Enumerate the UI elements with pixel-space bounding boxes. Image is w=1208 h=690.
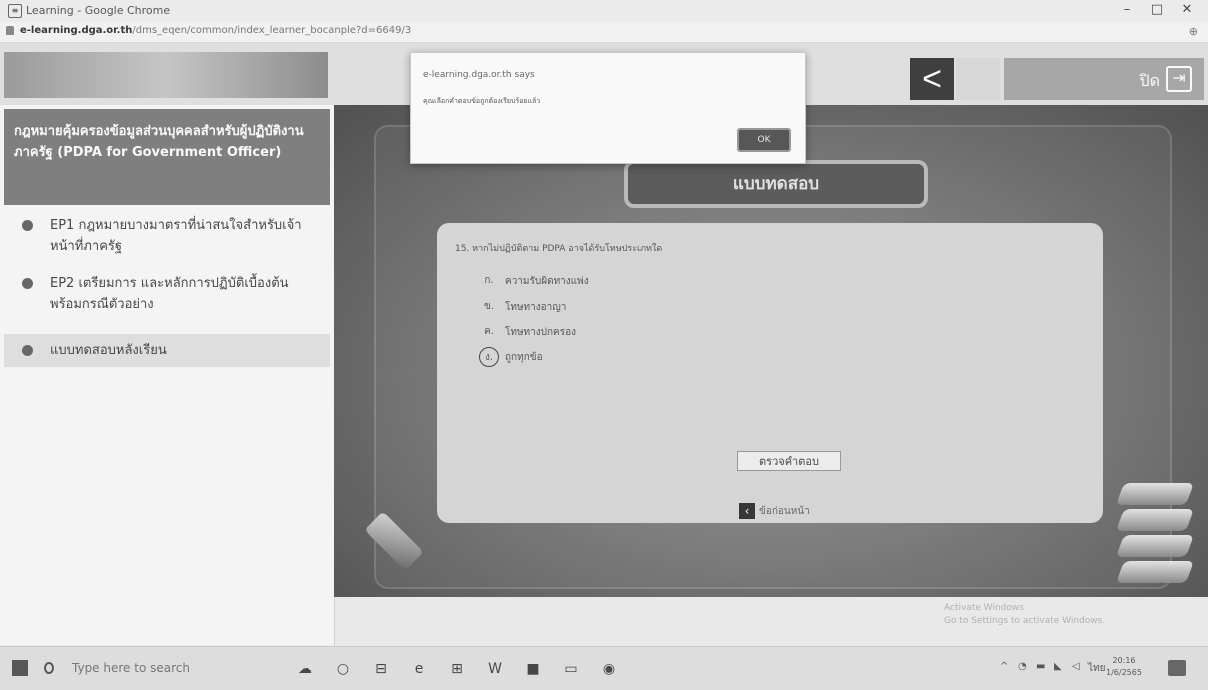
page-favicon-icon: ≡ [8,4,22,18]
quiz-banner: แบบทดสอบ [624,160,928,208]
url-text[interactable]: e-learning.dga.or.th/dms_eqen/common/ind… [20,25,411,36]
previous-question-label: ข้อก่อนหน้า [759,505,810,517]
answer-option-a[interactable]: ก. ความรับผิดทางแพ่ง [479,271,589,291]
store-icon[interactable]: ⊞ [448,660,466,678]
bullet-icon [22,345,33,356]
option-key: ข. [483,301,494,312]
lesson-stage: แบบทดสอบ 15. หากไม่ปฏิบัติตาม PDPA อาจได… [334,105,1208,597]
word-icon[interactable]: W [486,660,504,678]
check-answer-button[interactable]: ตรวจคำตอบ [737,451,841,471]
close-lesson-button[interactable]: ปิด ⇥ [1004,58,1204,100]
bullet-icon [22,220,33,231]
chevron-left-icon: ‹ [739,503,755,519]
address-bar[interactable]: e-learning.dga.or.th/dms_eqen/common/ind… [0,22,1208,43]
activate-windows-watermark: Activate Windows Go to Settings to activ… [944,602,1105,628]
tray-wifi-icon[interactable]: ◣ [1054,661,1062,672]
option-key: ก. [484,275,494,286]
edge-browser-icon[interactable]: e [410,660,428,678]
close-window-button[interactable]: ✕ [1172,2,1202,17]
windows-taskbar: ☁ ○ ⊟ e ⊞ W ■ ▭ ◉ ^ ◔ ▬ ◣ ◁ ไทย 20:16 1/… [0,646,1208,690]
window-title: Learning - Google Chrome [26,4,171,17]
sidebar-item-label: EP1 กฎหมายบางมาตราที่น่าสนใจสำหรับเจ้าหน… [50,218,302,254]
start-button[interactable] [12,660,28,676]
option-text: ความรับผิดทางแพ่ง [505,275,589,287]
close-lesson-label: ปิด [1139,73,1160,90]
sidebar-item-ep2[interactable]: EP2 เตรียมการ และหลักการปฏิบัติเบื้องต้น… [4,267,330,321]
exit-icon: ⇥ [1166,66,1192,92]
tray-chevron-up-icon[interactable]: ^ [1000,661,1008,672]
clock-time: 20:16 [1112,656,1136,665]
forward-nav-button[interactable] [956,58,1000,100]
task-view-icon[interactable]: ⊟ [372,660,390,678]
alert-origin: e-learning.dga.or.th says [423,70,535,80]
alert-ok-button[interactable]: OK [737,128,791,152]
option-text: โทษทางอาญา [505,301,567,313]
taskbar-search-input[interactable] [70,660,224,676]
taskbar-search[interactable] [44,658,224,678]
decorative-stack [1115,509,1195,531]
bullet-icon [22,278,33,289]
decorative-stack [1115,535,1195,557]
browser-alert-dialog: e-learning.dga.or.th says คุณเลือกคำตอบข… [410,52,806,164]
weather-icon[interactable]: ☁ [296,660,314,678]
option-key-selected: ง. [479,347,499,367]
answer-option-d[interactable]: ง. ถูกทุกข้อ [479,347,543,367]
watermark-line-2: Go to Settings to activate Windows. [944,616,1106,626]
decorative-stack [1115,561,1195,583]
question-text: 15. หากไม่ปฏิบัติตาม PDPA อาจได้รับโทษปร… [455,244,663,254]
course-title: กฎหมายคุ้มครองข้อมูลส่วนบุคคลสำหรับผู้ปฏ… [4,109,330,205]
site-logo [4,52,328,98]
url-host: e-learning.dga.or.th [20,25,133,36]
tray-battery-icon[interactable]: ▬ [1036,661,1045,672]
answer-option-b[interactable]: ข. โทษทางอาญา [479,297,566,317]
previous-question-button[interactable]: ‹ ข้อก่อนหน้า [739,501,810,521]
option-key: ค. [484,326,494,337]
course-sidebar: กฎหมายคุ้มครองข้อมูลส่วนบุคคลสำหรับผู้ปฏ… [0,105,335,645]
sidebar-item-posttest[interactable]: แบบทดสอบหลังเรียน [4,334,330,367]
lock-icon [6,26,14,35]
option-text: โทษทางปกครอง [505,326,576,338]
tray-network-icon[interactable]: ◔ [1018,661,1027,672]
url-path: /dms_eqen/common/index_learner_bocanple?… [132,25,412,36]
tray-volume-icon[interactable]: ◁ [1072,661,1080,672]
sidebar-item-label: แบบทดสอบหลังเรียน [50,343,167,358]
clock-date: 1/6/2565 [1106,668,1142,677]
quiz-card: 15. หากไม่ปฏิบัติตาม PDPA อาจได้รับโทษปร… [437,223,1103,523]
file-explorer-icon[interactable]: ▭ [562,660,580,678]
notification-icon[interactable] [1168,660,1186,676]
zoom-icon[interactable]: ⊕ [1189,25,1198,38]
watermark-line-1: Activate Windows [944,603,1024,613]
search-icon [44,662,54,674]
answer-option-c[interactable]: ค. โทษทางปกครอง [479,322,576,342]
decorative-stack [1115,483,1195,505]
cortana-icon[interactable]: ○ [334,660,352,678]
sidebar-item-label: EP2 เตรียมการ และหลักการปฏิบัติเบื้องต้น… [50,276,289,312]
taskbar-clock[interactable]: 20:16 1/6/2565 [1106,655,1142,679]
option-text: ถูกทุกข้อ [505,351,543,363]
back-nav-button[interactable]: < [910,58,954,100]
browser-titlebar: ≡ Learning - Google Chrome – □ ✕ [0,0,1208,22]
maximize-button[interactable]: □ [1142,2,1172,17]
chrome-icon[interactable]: ◉ [600,660,618,678]
sidebar-item-ep1[interactable]: EP1 กฎหมายบางมาตราที่น่าสนใจสำหรับเจ้าหน… [4,209,330,263]
minimize-button[interactable]: – [1112,2,1142,17]
app-icon[interactable]: ■ [524,660,542,678]
input-language[interactable]: ไทย [1088,661,1105,676]
alert-message: คุณเลือกคำตอบข้อถูกต้องเรียบร้อยแล้ว [423,97,541,105]
